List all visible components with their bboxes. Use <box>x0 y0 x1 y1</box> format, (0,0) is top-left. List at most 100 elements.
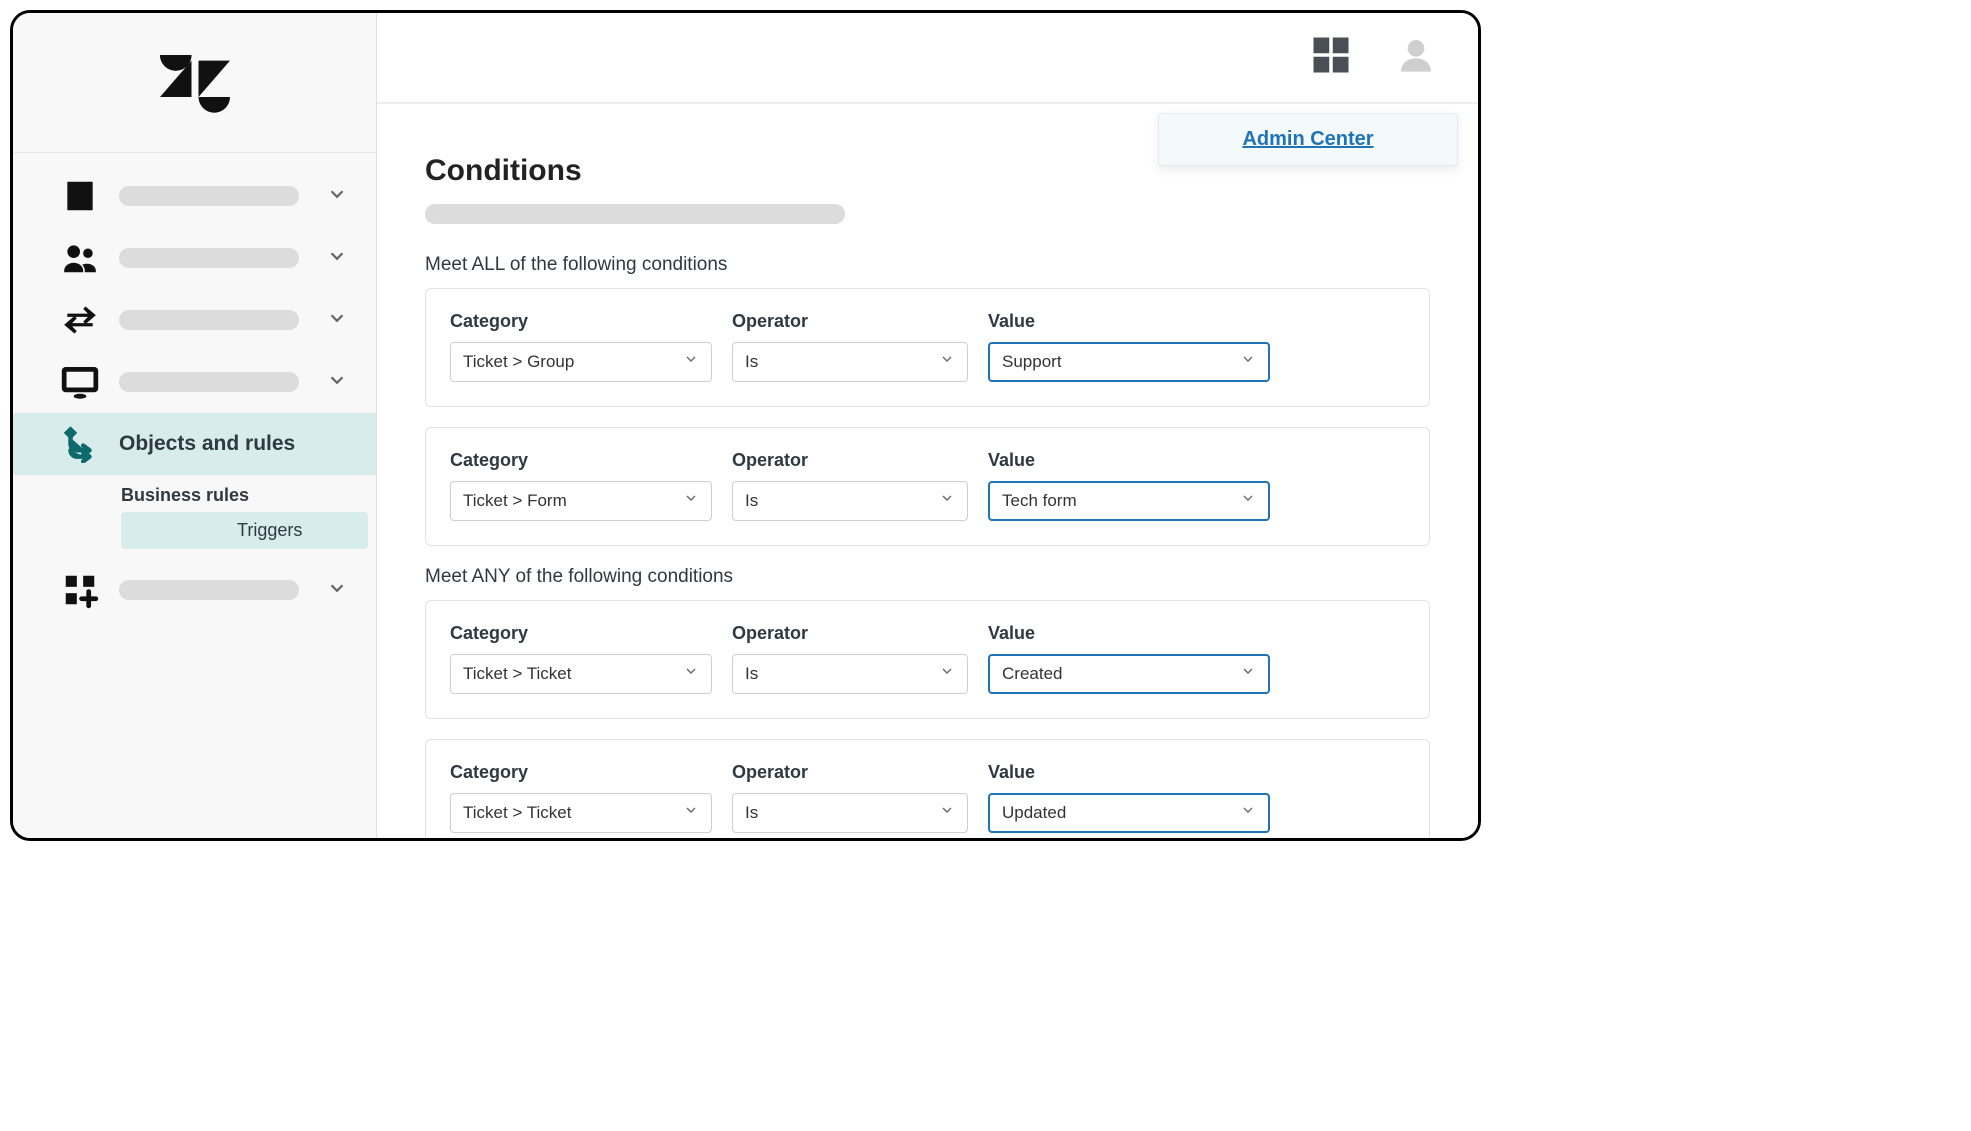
value-value: Created <box>1002 664 1062 684</box>
category-value: Ticket > Group <box>463 352 574 372</box>
category-select[interactable]: Ticket > Ticket <box>450 793 712 833</box>
nav-item-channels[interactable] <box>13 289 376 351</box>
chevron-down-icon <box>939 490 955 511</box>
chevron-down-icon <box>939 351 955 372</box>
chevron-down-icon <box>1240 490 1256 511</box>
operator-label: Operator <box>732 762 968 783</box>
content: Conditions Meet ALL of the following con… <box>377 104 1478 838</box>
operator-value: Is <box>745 664 758 684</box>
admin-center-popover: Admin Center <box>1158 113 1458 166</box>
chevron-down-icon <box>683 490 699 511</box>
operator-field: Operator Is <box>732 311 968 382</box>
people-icon <box>59 237 101 279</box>
arrows-icon <box>59 299 101 341</box>
nav-label-placeholder <box>119 186 299 206</box>
operator-select[interactable]: Is <box>732 481 968 521</box>
main: Admin Center Conditions Meet ALL of the … <box>377 13 1478 838</box>
apps-grid-icon[interactable] <box>1310 34 1352 81</box>
chevron-down-icon <box>939 663 955 684</box>
all-condition-row: CategoryTicket > Form Operator Is Value Tech… <box>425 427 1430 546</box>
apps-add-icon <box>59 569 101 611</box>
chevron-down-icon <box>326 245 348 272</box>
value-field: Value Created <box>988 623 1270 694</box>
value-select[interactable]: Created <box>988 654 1270 694</box>
logo <box>13 13 376 153</box>
category-value: Ticket > Ticket <box>463 803 571 823</box>
value-select[interactable]: Tech form <box>988 481 1270 521</box>
all-condition-row: Category Ticket > Group Operator Is Value Sup… <box>425 288 1430 407</box>
category-field: Category Ticket > Ticket <box>450 623 712 694</box>
nav-label: Objects and rules <box>119 432 295 456</box>
nav-label-placeholder <box>119 310 299 330</box>
category-value: Ticket > Form <box>463 491 567 511</box>
app-frame: Objects and rules Business rules Trigger… <box>10 10 1481 841</box>
category-field: Category Ticket > Ticket <box>450 762 712 833</box>
profile-icon[interactable] <box>1396 35 1436 80</box>
value-value: Support <box>1002 352 1062 372</box>
any-condition-row: Category Ticket > Ticket Operator Is Value Cr… <box>425 600 1430 719</box>
operator-value: Is <box>745 491 758 511</box>
monitor-icon <box>59 361 101 403</box>
operator-label: Operator <box>732 450 968 471</box>
category-label: Category <box>450 762 712 783</box>
nav-item-objects-and-rules[interactable]: Objects and rules <box>13 413 376 475</box>
value-value: Updated <box>1002 803 1066 823</box>
operator-value: Is <box>745 352 758 372</box>
nav-item-account[interactable] <box>13 165 376 227</box>
category-select[interactable]: Ticket > Ticket <box>450 654 712 694</box>
category-field: CategoryTicket > Form <box>450 450 712 521</box>
zendesk-logo-icon <box>160 53 230 113</box>
all-conditions-label: Meet ALL of the following conditions <box>425 254 1430 276</box>
chevron-down-icon <box>326 183 348 210</box>
any-condition-row: Category Ticket > Ticket Operator Is Value Up… <box>425 739 1430 838</box>
nav-item-people[interactable] <box>13 227 376 289</box>
chevron-down-icon <box>1240 802 1256 823</box>
value-value: Tech form <box>1002 491 1077 511</box>
chevron-down-icon <box>326 577 348 604</box>
topbar <box>377 13 1478 104</box>
building-icon <box>59 175 101 217</box>
chevron-down-icon <box>1240 663 1256 684</box>
value-field: Value Support <box>988 311 1270 382</box>
value-label: Value <box>988 623 1270 644</box>
category-label: Category <box>450 623 712 644</box>
operator-field: Operator Is <box>732 450 968 521</box>
nav-label-placeholder <box>119 580 299 600</box>
operator-label: Operator <box>732 311 968 332</box>
category-value: Ticket > Ticket <box>463 664 571 684</box>
operator-field: Operator Is <box>732 762 968 833</box>
value-field: Value Updated <box>988 762 1270 833</box>
chevron-down-icon <box>683 351 699 372</box>
chevron-down-icon <box>939 802 955 823</box>
operator-label: Operator <box>732 623 968 644</box>
nav-label-placeholder <box>119 248 299 268</box>
value-label: Value <box>988 311 1270 332</box>
sidebar: Objects and rules Business rules Trigger… <box>13 13 377 838</box>
all-conditions-list: Category Ticket > Group Operator Is Value Sup… <box>425 288 1430 546</box>
category-select[interactable]: Ticket > Group <box>450 342 712 382</box>
nav-subitem-triggers[interactable]: Triggers <box>121 512 368 549</box>
operator-field: Operator Is <box>732 623 968 694</box>
nav-label-placeholder <box>119 372 299 392</box>
value-label: Value <box>988 762 1270 783</box>
chevron-down-icon <box>683 802 699 823</box>
operator-select[interactable]: Is <box>732 342 968 382</box>
operator-select[interactable]: Is <box>732 654 968 694</box>
value-select[interactable]: Support <box>988 342 1270 382</box>
nav-item-workspaces[interactable] <box>13 351 376 413</box>
admin-center-link[interactable]: Admin Center <box>1242 128 1373 150</box>
value-label: Value <box>988 450 1270 471</box>
chevron-down-icon <box>683 663 699 684</box>
chevron-down-icon <box>326 307 348 334</box>
operator-select[interactable]: Is <box>732 793 968 833</box>
category-label: Category <box>450 311 712 332</box>
operator-value: Is <box>745 803 758 823</box>
nav-subheading-business-rules[interactable]: Business rules <box>13 477 376 512</box>
nav-submenu: Business rules Triggers <box>13 475 376 559</box>
nav-list: Objects and rules Business rules Trigger… <box>13 153 376 621</box>
category-select[interactable]: Ticket > Form <box>450 481 712 521</box>
workflow-icon <box>59 423 101 465</box>
any-conditions-list: Category Ticket > Ticket Operator Is Value Cr… <box>425 600 1430 838</box>
value-select[interactable]: Updated <box>988 793 1270 833</box>
nav-item-apps[interactable] <box>13 559 376 621</box>
